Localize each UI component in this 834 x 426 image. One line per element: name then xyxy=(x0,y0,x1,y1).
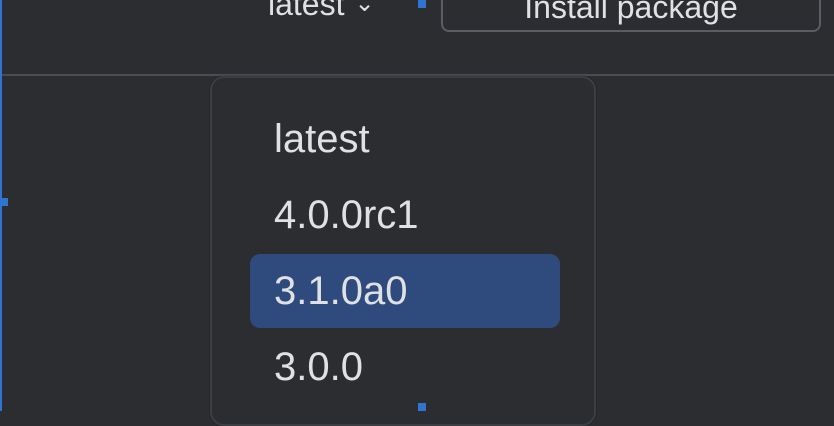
top-bar: latest ⌄ Install package xyxy=(0,0,834,74)
left-resize-handle[interactable] xyxy=(0,198,8,206)
dropdown-item-4-0-0rc1[interactable]: 4.0.0rc1 xyxy=(250,178,560,252)
dropdown-item-latest[interactable]: latest xyxy=(250,102,560,176)
bottom-resize-handle[interactable] xyxy=(418,403,426,411)
install-package-button[interactable]: Install package xyxy=(441,0,821,32)
version-select-label: latest xyxy=(268,0,345,22)
top-resize-handle[interactable] xyxy=(418,0,426,8)
version-dropdown-popup: latest 4.0.0rc1 3.1.0a0 3.0.0 xyxy=(210,76,596,426)
dropdown-item-3-1-0a0[interactable]: 3.1.0a0 xyxy=(250,254,560,328)
version-select[interactable]: latest ⌄ xyxy=(268,0,375,24)
dropdown-item-3-0-0[interactable]: 3.0.0 xyxy=(250,330,560,404)
chevron-down-icon: ⌄ xyxy=(354,0,375,17)
